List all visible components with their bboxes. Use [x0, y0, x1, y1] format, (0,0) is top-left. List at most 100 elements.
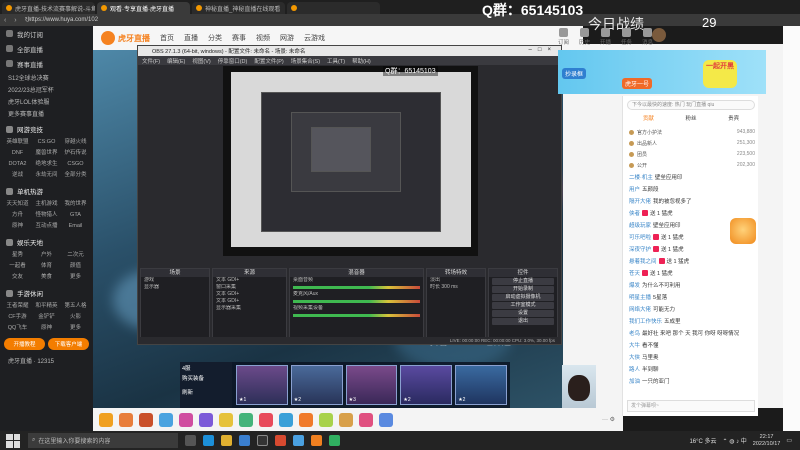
gift-icon[interactable] [99, 412, 113, 427]
exit-button[interactable]: 退出 [492, 318, 554, 325]
category-link[interactable]: QQ飞车 [4, 323, 31, 333]
source-item[interactable]: 显示器采集 [213, 305, 286, 312]
obs-menu-item[interactable]: 帮助(H) [352, 57, 371, 65]
source-item[interactable]: 文本 GDI+ [213, 277, 286, 284]
app-icon[interactable] [293, 435, 304, 446]
category-link[interactable]: 方舟 [4, 210, 31, 220]
category-link[interactable]: 一起看 [4, 261, 31, 271]
chat-message[interactable]: 隔开大佬 我的被忽视多了 [629, 196, 747, 206]
gift-icon[interactable] [139, 412, 153, 427]
sidebar-item-esports[interactable]: 赛事直播 [0, 56, 93, 71]
store-icon[interactable] [239, 435, 250, 446]
virtual-camera-button[interactable]: 启动虚拟摄像机 [492, 294, 554, 301]
category-link[interactable]: 更多 [62, 272, 89, 282]
gift-icon[interactable] [259, 412, 273, 427]
task-view-icon[interactable] [185, 435, 196, 446]
chat-message[interactable]: 明星主播 5星落 [629, 292, 747, 302]
category-link[interactable]: 更多 [62, 323, 89, 333]
app-icon[interactable] [329, 435, 340, 446]
obs-menu-item[interactable]: 视图(V) [192, 57, 210, 65]
chat-message[interactable]: 二楼·机主 壁垒应用印 [629, 172, 747, 182]
obs-menu-item[interactable]: 场景集合(S) [291, 57, 320, 65]
category-link[interactable]: 二次元 [62, 250, 89, 260]
obs-menu-item[interactable]: 停靠窗口(D) [218, 57, 248, 65]
category-link[interactable]: DOTA2 [4, 159, 31, 169]
gift-icon[interactable] [339, 412, 353, 427]
category-link[interactable]: 怪物猎人 [33, 210, 60, 220]
sidebar-section-single[interactable]: 单机热游 [0, 184, 93, 198]
chat-message[interactable]: 用户 五颜段 [629, 184, 747, 194]
category-link[interactable]: Email [62, 221, 89, 231]
gift-icon[interactable] [199, 412, 213, 427]
category-link[interactable]: 炉石传说 [62, 148, 89, 158]
tab-fans[interactable]: 粉丝 [685, 114, 696, 123]
chat-message[interactable]: 深夜守护送 1 猛虎 [629, 244, 747, 254]
gift-icon[interactable] [299, 412, 313, 427]
app-icon[interactable] [311, 435, 322, 446]
sidebar-subitem[interactable]: 更多赛事直播 [0, 107, 93, 119]
tab-contribution[interactable]: 贡献 [643, 114, 654, 123]
champion-card[interactable]: ★2 [455, 365, 507, 405]
nav-link[interactable]: 网游 [280, 33, 294, 43]
scene-item[interactable]: 游戏 [141, 277, 209, 284]
gift-icon[interactable] [239, 412, 253, 427]
history-button[interactable]: 历史 [579, 28, 590, 46]
nav-link[interactable]: 赛事 [232, 33, 246, 43]
obs-menu-item[interactable]: 文件(F) [142, 57, 160, 65]
source-item[interactable]: 文本 GDI+ [213, 298, 286, 305]
obs-menu-item[interactable]: 工具(T) [327, 57, 345, 65]
taskbar-clock[interactable]: 22:17 2022/10/17 [753, 434, 781, 448]
gift-icon[interactable] [359, 412, 373, 427]
more-gifts-icon[interactable]: ··· ⚙ [602, 416, 615, 423]
chat-search-input[interactable]: 下今以最快的速度: 热门 玩门直播 qiu [627, 100, 755, 110]
champion-card[interactable]: ★1 [236, 365, 288, 405]
subscribe-button[interactable]: 订阅 [558, 28, 569, 46]
buy-equipment-button[interactable]: 购买装备 [182, 374, 230, 382]
audio-meter[interactable] [293, 300, 420, 303]
category-link[interactable]: 颜值 [62, 261, 89, 271]
browser-tab[interactable] [287, 2, 380, 14]
back-forward-icon[interactable]: ‹ › ↻ [4, 16, 33, 24]
chat-message[interactable]: 加油 一只的亚门 [629, 376, 747, 386]
sidebar-section-entertainment[interactable]: 娱乐天地 [0, 235, 93, 249]
browser-tab-active[interactable]: 观看·专享直播·虎牙直播 [97, 2, 190, 14]
browser-tab[interactable]: 虎牙直播-技术流赛事解说-斗鱼 [2, 2, 95, 14]
chat-message[interactable]: 网络大佬 可能无力 [629, 304, 747, 314]
gift-icon[interactable] [279, 412, 293, 427]
refresh-button[interactable]: 刷新 [182, 388, 230, 396]
huya-logo[interactable]: 虎牙直播 [101, 31, 150, 45]
sidebar-subitem[interactable]: 2022/23总冠军杯 [0, 83, 93, 95]
gift-icon[interactable] [379, 412, 393, 427]
transition-duration[interactable]: 时长 300 ms [427, 284, 485, 291]
category-link[interactable]: 互动点播 [33, 221, 60, 231]
nav-link[interactable]: 云游戏 [304, 33, 325, 43]
sidebar-section-mobile[interactable]: 手游休闲 [0, 286, 93, 300]
obs-menu-item[interactable]: 配置文件(P) [254, 57, 283, 65]
gift-icon[interactable] [119, 412, 133, 427]
gift-icon[interactable] [179, 412, 193, 427]
nav-link[interactable]: 首页 [160, 33, 174, 43]
gift-icon[interactable] [319, 412, 333, 427]
category-link[interactable]: 户外 [33, 250, 60, 260]
category-link[interactable]: 交友 [4, 272, 31, 282]
source-item[interactable]: 窗口采集 [213, 284, 286, 291]
tasks-button[interactable]: 任务 [621, 28, 632, 46]
avatar[interactable] [652, 28, 666, 42]
gift-icon[interactable] [219, 412, 233, 427]
rank-row[interactable]: 公开 202,300 [629, 161, 755, 169]
edge-icon[interactable] [203, 435, 214, 446]
category-link[interactable]: 魔兽世界 [33, 148, 60, 158]
category-link[interactable]: 火影 [62, 312, 89, 322]
source-item[interactable]: 文本 GDI+ [213, 291, 286, 298]
chat-message[interactable]: 大牛 看不懂 [629, 340, 747, 350]
obs-menu-item[interactable]: 编辑(E) [167, 57, 185, 65]
scene-item[interactable]: 显示器 [141, 284, 209, 291]
nav-link[interactable]: 分类 [208, 33, 222, 43]
category-link[interactable]: 我的世界 [62, 199, 89, 209]
notification-icon[interactable]: ▭ [786, 437, 792, 444]
category-link[interactable]: 英雄联盟 [4, 137, 31, 147]
tab-vip[interactable]: 贵宾 [728, 114, 739, 123]
weather-widget[interactable]: 16°C 多云 [689, 436, 716, 445]
category-link[interactable]: CF手游 [4, 312, 31, 322]
rank-row[interactable]: 官方小护法 943,880 [629, 128, 755, 136]
